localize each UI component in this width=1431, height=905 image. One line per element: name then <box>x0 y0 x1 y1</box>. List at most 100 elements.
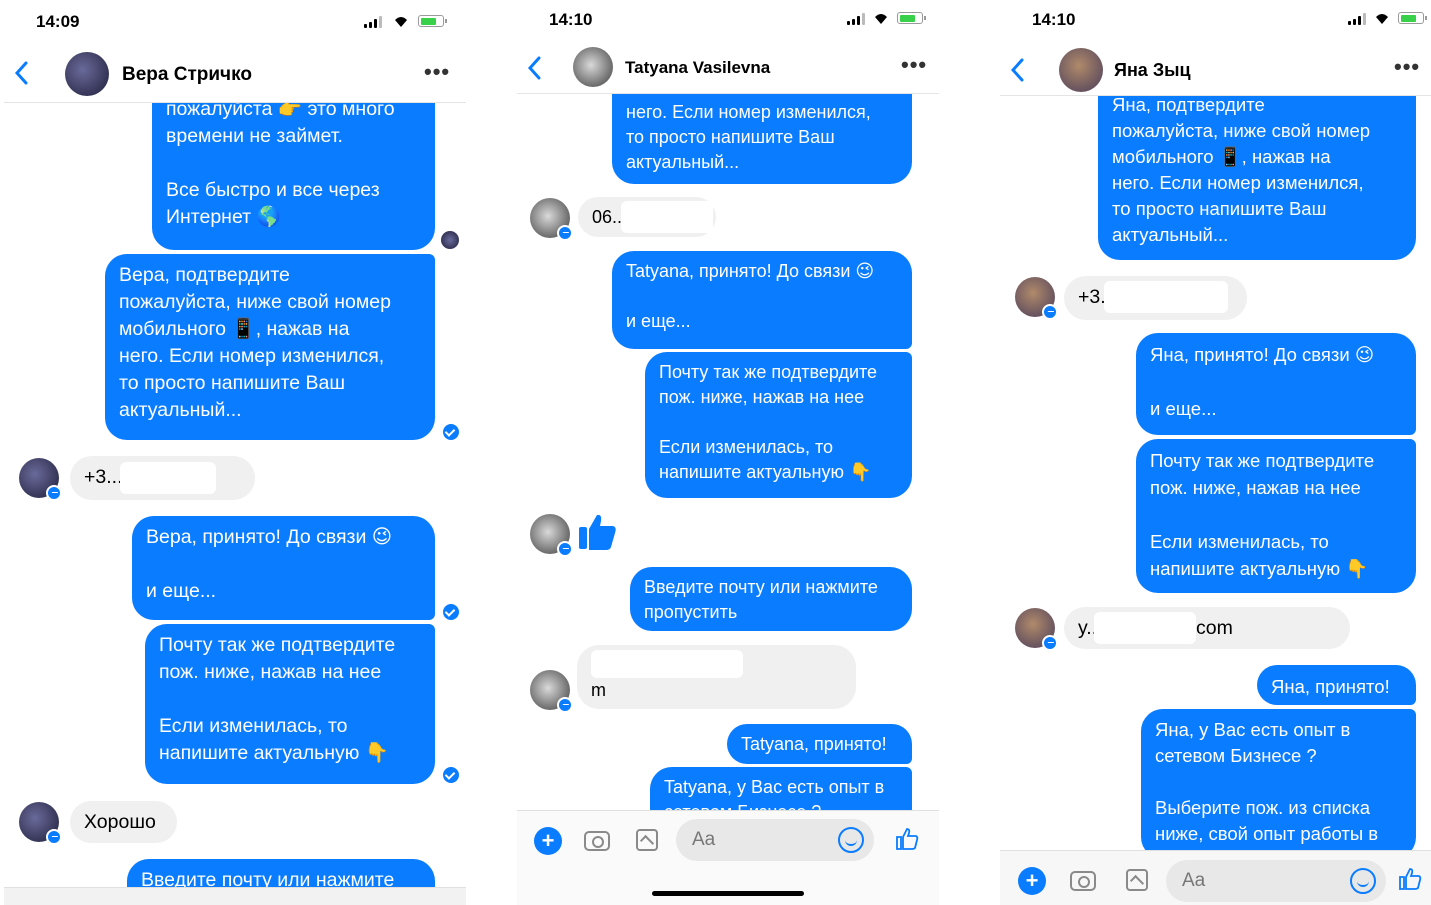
message-text: него. Если номер изменился, то просто на… <box>626 102 871 172</box>
status-time: 14:10 <box>549 10 593 29</box>
message-text: Хорошо <box>84 811 156 833</box>
signal-icon <box>364 16 382 28</box>
message-bubble-outgoing[interactable]: Яна, у Вас есть опыт в сетевом Бизнесе ?… <box>1141 709 1416 859</box>
message-input[interactable]: Aa <box>1166 860 1386 902</box>
message-bubble-outgoing[interactable]: Почту так же подтвердите пож. ниже, нажа… <box>1136 439 1416 593</box>
messenger-badge-icon <box>557 697 573 713</box>
messenger-badge-icon <box>1042 304 1058 320</box>
back-chevron-icon[interactable] <box>14 61 28 85</box>
message-text: Вера, принято! До связи 😉 и еще... <box>146 526 393 602</box>
chat-panel-yana: 14:10 Яна Зыц ••• Яна, подтвердите пожал… <box>1000 0 1431 905</box>
messenger-badge-icon <box>557 225 573 241</box>
emoji-icon[interactable] <box>1350 868 1376 894</box>
delivered-check-icon <box>443 604 459 620</box>
redaction-mark <box>1094 612 1196 644</box>
message-bubble-outgoing[interactable]: Почту так же подтвердите пож. ниже, нажа… <box>645 352 912 498</box>
contact-avatar-small[interactable] <box>530 670 573 713</box>
contact-avatar[interactable] <box>1059 48 1103 92</box>
more-options-icon[interactable]: ••• <box>1394 54 1420 80</box>
back-chevron-icon[interactable] <box>1010 58 1024 82</box>
message-bubble-outgoing[interactable]: Яна, подтвердите пожалуйста, ниже свой н… <box>1098 78 1416 260</box>
message-text: Tatyana, принято! До связи 😉 и еще... <box>626 261 875 331</box>
messenger-badge-icon <box>46 829 62 845</box>
more-options-icon[interactable]: ••• <box>901 52 927 78</box>
camera-icon[interactable] <box>584 831 610 851</box>
contact-avatar-small[interactable] <box>19 802 62 845</box>
chat-header: Вера Стричко ••• <box>4 45 466 103</box>
emoji-icon[interactable] <box>838 827 864 853</box>
message-text: Яна, подтвердите пожалуйста, ниже свой н… <box>1112 94 1371 245</box>
like-icon[interactable] <box>895 827 919 851</box>
message-text: Tatyana, принято! <box>741 734 887 754</box>
redaction-mark <box>1104 281 1228 313</box>
chat-header: Яна Зыц ••• <box>1000 44 1431 96</box>
contact-avatar-small[interactable] <box>530 198 573 241</box>
camera-icon[interactable] <box>1070 871 1096 891</box>
home-indicator <box>652 891 804 896</box>
message-input-placeholder: Aa <box>1182 870 1206 891</box>
gallery-icon[interactable] <box>1126 869 1148 891</box>
more-options-icon[interactable]: ••• <box>424 59 450 85</box>
message-bubble-outgoing[interactable]: Tatyana, принято! <box>727 724 912 764</box>
chat-panel-tatyana: 14:10 Tatyana Vasilevna ••• него. Если н… <box>517 0 939 905</box>
delivered-check-icon <box>443 767 459 783</box>
battery-icon <box>418 15 447 27</box>
messenger-badge-icon <box>46 485 62 501</box>
redaction-mark <box>120 462 216 494</box>
status-time: 14:09 <box>36 12 80 31</box>
seen-avatar-icon <box>441 231 459 249</box>
wifi-icon <box>875 14 887 24</box>
composer-bar: + Aa <box>517 810 939 905</box>
message-text: Почту так же подтвердите пож. ниже, нажа… <box>159 634 396 764</box>
message-bubble-incoming[interactable]: Хорошо <box>70 801 177 843</box>
redaction-mark <box>621 201 713 233</box>
battery-icon <box>897 12 926 24</box>
signal-icon <box>1348 13 1366 25</box>
add-icon[interactable]: + <box>1018 867 1046 895</box>
back-chevron-icon[interactable] <box>527 56 541 80</box>
message-text: Введите почту или нажмите пропустить <box>644 577 878 622</box>
wifi-icon <box>395 17 407 27</box>
like-icon[interactable] <box>1398 867 1422 891</box>
contact-avatar-small[interactable] <box>530 514 573 557</box>
message-bubble-outgoing[interactable]: Введите почту или нажмите пропустить <box>630 567 912 631</box>
message-text: пожалуйста 👉 это много времени не займет… <box>166 98 395 228</box>
message-text: Яна, у Вас есть опыт в сетевом Бизнесе ?… <box>1155 719 1379 844</box>
message-text: Вера, подтвердите пожалуйста, ниже свой … <box>119 264 391 421</box>
messenger-badge-icon <box>557 541 573 557</box>
contact-avatar[interactable] <box>65 52 109 96</box>
message-bubble-outgoing[interactable]: Вера, подтвердите пожалуйста, ниже свой … <box>105 254 435 440</box>
message-text: Яна, принято! <box>1271 676 1390 697</box>
message-text: Яна, принято! До связи 😉 и еще... <box>1150 344 1375 419</box>
composer-bar <box>4 887 466 905</box>
battery-icon <box>1398 12 1427 24</box>
status-time: 14:10 <box>1032 10 1076 29</box>
message-bubble-outgoing[interactable]: Яна, принято! <box>1257 665 1416 705</box>
gallery-icon[interactable] <box>636 829 658 851</box>
contact-avatar[interactable] <box>573 47 613 87</box>
message-input[interactable]: Aa <box>676 819 874 861</box>
message-bubble-outgoing[interactable]: пожалуйста 👉 это много времени не займет… <box>152 88 435 250</box>
message-text: Почту так же подтвердите пож. ниже, нажа… <box>659 362 878 482</box>
contact-name[interactable]: Яна Зыц <box>1114 60 1191 81</box>
status-bar: 14:10 <box>517 0 939 40</box>
message-input-placeholder: Aa <box>692 829 716 850</box>
status-bar: 14:09 <box>4 0 466 40</box>
signal-icon <box>847 13 865 25</box>
add-icon[interactable]: + <box>534 827 562 855</box>
contact-name[interactable]: Вера Стричко <box>122 64 252 86</box>
thumbs-up-icon <box>579 514 616 550</box>
message-bubble-outgoing[interactable]: Вера, принято! До связи 😉 и еще... <box>132 516 435 620</box>
message-text: Почту так же подтвердите пож. ниже, нажа… <box>1150 450 1375 579</box>
contact-name[interactable]: Tatyana Vasilevna <box>625 58 770 78</box>
contact-avatar-small[interactable] <box>1015 277 1058 320</box>
contact-avatar-small[interactable] <box>19 458 62 501</box>
message-bubble-outgoing[interactable]: Почту так же подтвердите пож. ниже, нажа… <box>145 624 435 784</box>
chat-panel-vera: 14:09 Вера Стричко ••• пожалуйста 👉 это … <box>4 0 466 905</box>
wifi-icon <box>1376 14 1388 24</box>
composer-bar: + Aa <box>1000 850 1431 905</box>
redaction-mark <box>591 650 743 678</box>
message-bubble-outgoing[interactable]: Яна, принято! До связи 😉 и еще... <box>1136 333 1416 435</box>
message-bubble-outgoing[interactable]: Tatyana, принято! До связи 😉 и еще... <box>612 251 912 349</box>
contact-avatar-small[interactable] <box>1015 608 1058 651</box>
